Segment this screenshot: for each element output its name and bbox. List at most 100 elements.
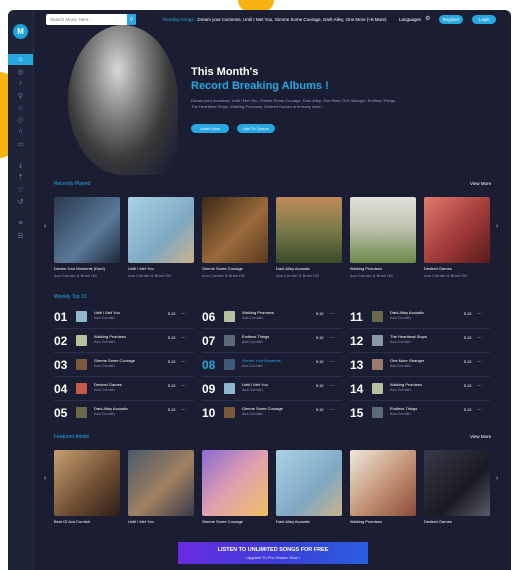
track-duration: 5:10	[316, 336, 324, 340]
more-icon[interactable]: ⋯	[329, 311, 334, 317]
recent-card-image	[128, 197, 194, 263]
recent-card[interactable]: Gimme Some Courage Ava Cornish & Brian H…	[202, 197, 268, 278]
music-icon[interactable]: ♪	[8, 78, 33, 89]
track-artist: Ava Cornish	[94, 412, 115, 416]
recent-card[interactable]: Walking Promises Ava Cornish & Brian Hil…	[350, 197, 416, 278]
track-duration: 5:10	[316, 312, 324, 316]
recent-card-image	[276, 197, 342, 263]
recent-card[interactable]: Dream Your Moments (Duet) Ava Cornish & …	[54, 197, 120, 278]
more-icon[interactable]: ⋯	[181, 383, 186, 389]
recent-card-title: Dream Your Moments (Duet)	[54, 266, 105, 271]
rank-number: 12	[350, 334, 364, 348]
search-input[interactable]: Search Music Here.. ⚲	[46, 14, 136, 25]
divider	[54, 352, 194, 353]
table-row[interactable]: 14 Walking Promises Ava Cornish 5:10 ⋯	[350, 380, 490, 400]
add-to-queue-button[interactable]: Add To Queue	[237, 124, 275, 133]
diamond-icon[interactable]: ◇	[8, 114, 33, 125]
more-icon[interactable]: ⋯	[477, 335, 482, 341]
upgrade-banner[interactable]: LISTEN TO UNLIMITED SONGS FOR FREE Upgra…	[178, 542, 368, 564]
recent-card[interactable]: Until I Met You Ava Cornish & Brian Hill	[128, 197, 194, 278]
prev-arrow-icon[interactable]: ‹	[44, 223, 46, 230]
artist-card-image	[54, 450, 120, 516]
track-duration: 5:10	[168, 360, 176, 364]
queue-icon[interactable]: ☰	[8, 230, 33, 241]
more-icon[interactable]: ⋯	[181, 407, 186, 413]
artist-card[interactable]: Desired Games	[424, 450, 490, 524]
tv-icon[interactable]: ▭	[8, 138, 33, 149]
home-icon[interactable]: ⌂	[8, 54, 33, 65]
table-row[interactable]: 07 Endless Things Ava Cornish 5:10 ⋯	[202, 332, 342, 352]
track-artist: Ava Cornish	[390, 412, 411, 416]
login-button[interactable]: Login	[472, 15, 496, 24]
track-duration: 5:10	[316, 384, 324, 388]
track-title: Gimme Some Courage	[94, 358, 135, 363]
compass-icon[interactable]: ◎	[8, 66, 33, 77]
track-thumb	[372, 335, 383, 346]
recent-card-image	[350, 197, 416, 263]
recent-card[interactable]: Dark Alley Acoustic Ava Cornish & Brian …	[276, 197, 342, 278]
table-row[interactable]: 11 Dark Alley Acoustic Ava Cornish 5:10 …	[350, 308, 490, 328]
trending-text[interactable]: Dream your moments, Until I Met You, Gim…	[197, 17, 386, 22]
listen-now-button[interactable]: Listen Now	[191, 124, 229, 133]
mic-icon[interactable]: ⚲	[8, 90, 33, 101]
table-row[interactable]: 10 Gimme Some Courage Ava Cornish 5:10 ⋯	[202, 404, 342, 424]
heart-icon[interactable]: ♡	[8, 184, 33, 195]
gear-icon[interactable]: ⚙	[425, 15, 430, 22]
artist-card[interactable]: Best Of Ava Cornish	[54, 450, 120, 524]
table-row[interactable]: 01 Until I Met You Ava Cornish 5:10 ⋯	[54, 308, 194, 328]
table-row[interactable]: 03 Gimme Some Courage Ava Cornish 5:10 ⋯	[54, 356, 194, 376]
rank-number: 08	[202, 358, 216, 372]
hero-title-line2: Record Breaking Albums !	[191, 80, 329, 92]
next-arrow-icon[interactable]: ›	[496, 223, 498, 230]
recently-played-view-more[interactable]: View More	[470, 181, 491, 186]
divider	[350, 400, 490, 401]
search-icon[interactable]: ⚲	[127, 14, 136, 25]
more-icon[interactable]: ⋯	[329, 359, 334, 365]
more-icon[interactable]: ⋯	[181, 335, 186, 341]
download-icon[interactable]: ⤓	[8, 160, 33, 171]
table-row[interactable]: 02 Walking Promises Ava Cornish 5:10 ⋯	[54, 332, 194, 352]
artist-card-image	[424, 450, 490, 516]
more-icon[interactable]: ⋯	[477, 383, 482, 389]
more-icon[interactable]: ⋯	[329, 335, 334, 341]
track-thumb	[76, 383, 87, 394]
prev-arrow-icon[interactable]: ‹	[44, 475, 46, 482]
table-row[interactable]: 09 Until I Met You Ava Cornish 5:10 ⋯	[202, 380, 342, 400]
more-icon[interactable]: ⋯	[477, 311, 482, 317]
language-selector[interactable]: Languages	[399, 17, 421, 22]
artist-card[interactable]: Walking Promises	[350, 450, 416, 524]
table-row[interactable]: 04 Desired Games Ava Cornish 5:10 ⋯	[54, 380, 194, 400]
table-row[interactable]: 06 Walking Promises Ava Cornish 5:10 ⋯	[202, 308, 342, 328]
next-arrow-icon[interactable]: ›	[496, 475, 498, 482]
table-row[interactable]: 15 Endless Things Ava Cornish 5:10 ⋯	[350, 404, 490, 424]
history-icon[interactable]: ↺	[8, 196, 33, 207]
headphones-icon[interactable]: ∩	[8, 126, 33, 137]
more-icon[interactable]: ⋯	[329, 383, 334, 389]
upload-icon[interactable]: ⤒	[8, 172, 33, 183]
register-button[interactable]: Register	[439, 15, 463, 24]
recent-card-artist: Ava Cornish & Brian Hill	[54, 273, 97, 278]
table-row[interactable]: 13 One More Stranger Ava Cornish 5:10 ⋯	[350, 356, 490, 376]
recent-card[interactable]: Desired Games Ava Cornish & Brian Hill	[424, 197, 490, 278]
more-icon[interactable]: ⋯	[181, 311, 186, 317]
more-icon[interactable]: ⋯	[329, 407, 334, 413]
logo[interactable]: M	[13, 24, 28, 39]
track-duration: 5:10	[316, 360, 324, 364]
rank-number: 05	[54, 406, 68, 420]
table-row[interactable]: 12 The Heartbeat Stops Ava Cornish 5:10 …	[350, 332, 490, 352]
table-row[interactable]: 05 Dark Alley Acoustic Ava Cornish 5:10 …	[54, 404, 194, 424]
recent-card-artist: Ava Cornish & Brian Hill	[202, 273, 245, 278]
artist-card[interactable]: Gimme Some Courage	[202, 450, 268, 524]
artist-card[interactable]: Until I Met You	[128, 450, 194, 524]
table-row[interactable]: 08 Dream Your Moments Ava Cornish 5:10 ⋯	[202, 356, 342, 376]
divider	[202, 400, 342, 401]
more-icon[interactable]: ⋯	[477, 359, 482, 365]
star-icon[interactable]: ☆	[8, 102, 33, 113]
more-icon[interactable]: ⋯	[181, 359, 186, 365]
featured-view-more[interactable]: View More	[470, 434, 491, 439]
more-icon[interactable]: ⋯	[477, 407, 482, 413]
playlist-add-icon[interactable]: ≡	[8, 218, 33, 229]
recent-card-title: Walking Promises	[350, 266, 382, 271]
divider	[202, 376, 342, 377]
artist-card[interactable]: Dark Alley Acoustic	[276, 450, 342, 524]
